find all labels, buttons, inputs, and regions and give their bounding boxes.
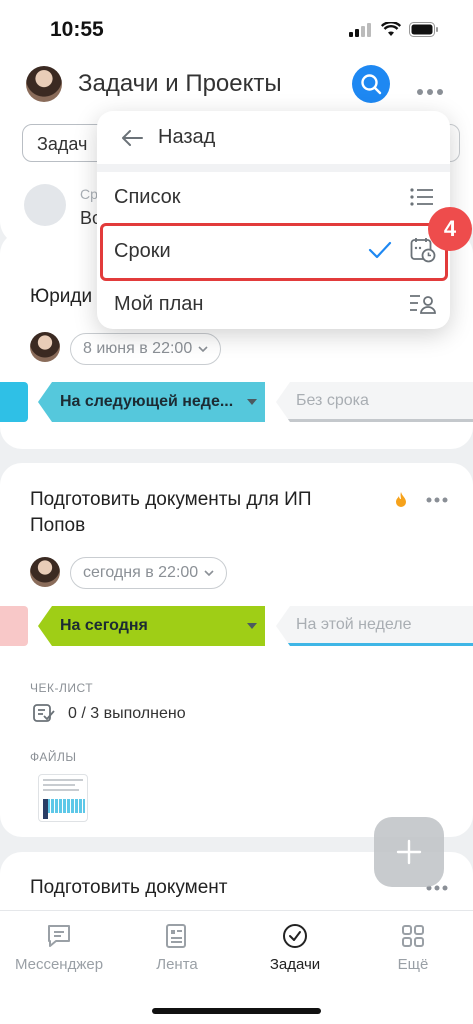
task-avatar [30,332,60,362]
add-task-button[interactable] [374,817,444,887]
list-icon [410,188,433,206]
nav-tasks[interactable]: Задачи [236,922,354,973]
caret-down-icon [247,623,257,629]
avatar[interactable] [26,66,62,102]
group-caption: Ср [80,186,98,202]
task-avatar [30,557,60,587]
task-title[interactable]: Юриди [30,284,92,310]
home-indicator [152,1008,321,1014]
task-title[interactable]: Подготовить документы для ИП Попов [30,487,350,539]
check-circle-icon [283,924,307,948]
nav-label: Задачи [269,956,321,973]
chevron-down-icon [204,570,214,576]
chevron-down-icon [198,346,208,352]
deadline-pill[interactable]: сегодня в 22:00 [70,557,228,589]
battery-icon [409,22,438,37]
task-more-icon[interactable] [426,497,448,503]
nav-label: Лента [156,956,198,973]
file-thumbnail[interactable] [38,774,88,822]
deadline-pill[interactable]: 8 июня в 22:00 [70,333,222,365]
stage-next-label: На этой неделе [296,615,412,633]
menu-item-my-plan[interactable]: Мой план [114,293,203,316]
signal-icon [349,22,371,37]
menu-item-list[interactable]: Список [114,186,181,209]
search-icon [361,74,382,95]
files-label: ФАЙЛЫ [30,750,77,764]
fire-icon [396,492,406,507]
grid-icon [402,925,424,947]
plus-icon [396,839,422,865]
checklist-label: ЧЕК-ЛИСТ [30,681,94,695]
status-icons [349,22,439,37]
stage-next-label: Без срока [296,391,369,409]
group-icon [24,184,66,226]
stage-next[interactable]: Без срока [276,382,473,422]
feed-icon [166,924,186,948]
stage-selector[interactable]: На следующей неде... [38,382,265,422]
stage-prev-indicator [0,606,28,646]
menu-back-label: Назад [158,126,216,148]
more-dots-icon [417,89,443,95]
step-badge: 4 [428,207,472,251]
task-title[interactable]: Подготовить документ [30,875,228,901]
caret-down-icon [247,399,257,405]
nav-messenger[interactable]: Мессенджер [0,922,118,973]
stage-label: На сегодня [60,617,148,634]
stage-label: На следующей неде... [60,393,234,410]
page-title: Задачи и Проекты [78,70,282,97]
stage-selector[interactable]: На сегодня [38,606,265,646]
user-list-icon [410,295,436,314]
stage-prev-indicator [0,382,28,422]
checklist-icon [33,704,55,722]
nav-label: Ещё [397,956,429,973]
menu-separator [97,164,450,172]
deadline-text: 8 июня в 22:00 [83,340,193,357]
status-time: 10:55 [50,18,104,41]
more-menu-button[interactable] [416,79,444,102]
arrow-left-icon [122,129,143,146]
wifi-icon [381,22,401,36]
menu-back-button[interactable]: Назад [120,126,215,149]
stage-next[interactable]: На этой неделе [276,606,473,646]
checklist-progress[interactable]: 0 / 3 выполнено [68,705,186,723]
nav-label: Мессенджер [14,956,104,973]
chat-icon [48,925,70,947]
nav-more[interactable]: Ещё [354,922,472,973]
deadline-text: сегодня в 22:00 [83,564,199,581]
search-button[interactable] [352,65,390,103]
nav-feed[interactable]: Лента [118,922,236,973]
tutorial-highlight [100,223,448,281]
